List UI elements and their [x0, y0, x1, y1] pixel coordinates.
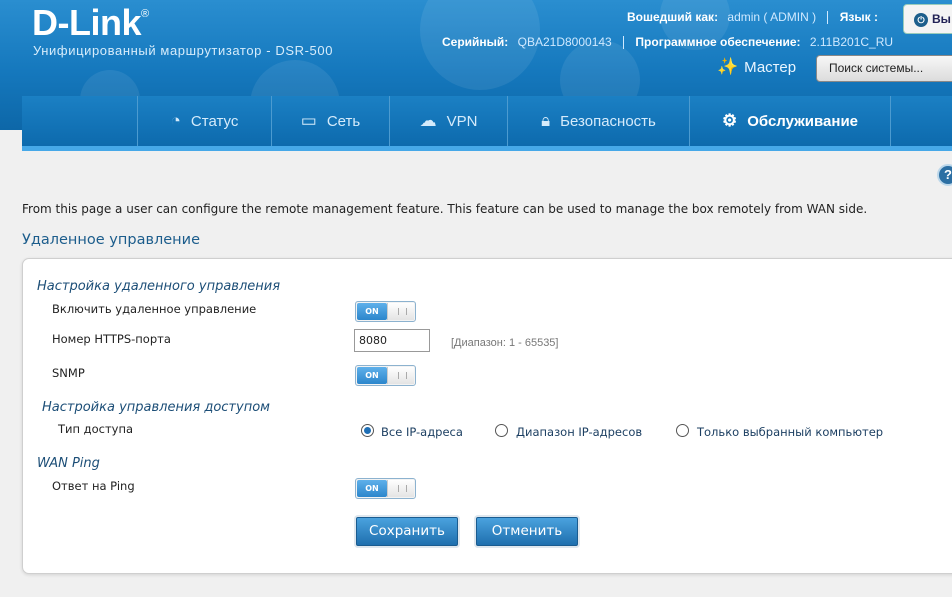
device-subtitle: Унифицированный маршрутизатор - DSR-500 [33, 43, 334, 58]
user-info: Вошедший как: admin ( ADMIN ) Язык : [627, 10, 878, 25]
save-button[interactable]: Сохранить [356, 517, 458, 546]
snmp-toggle[interactable]: ON [355, 365, 416, 386]
computer-icon: ▭ [300, 111, 317, 130]
divider [890, 96, 891, 146]
section-access-title: Настройка управления доступом [42, 400, 270, 415]
ping-toggle[interactable]: ON [355, 478, 416, 499]
cancel-button[interactable]: Отменить [476, 517, 578, 546]
nav-security[interactable]: 🔒︎ Безопасность [507, 96, 689, 146]
port-range-hint: [Диапазон: 1 - 65535] [451, 337, 559, 349]
https-port-input[interactable]: 8080 [354, 329, 430, 352]
access-type-label: Тип доступа [58, 422, 134, 436]
main-nav: ◔ Статус ▭ Сеть ☁ VPN 🔒︎ Безопасность ⚙ Обслу… [22, 96, 952, 151]
help-button[interactable]: ? [937, 164, 952, 186]
section-wan-ping-title: WAN Ping [37, 456, 100, 471]
radio-all-ip-label[interactable]: Все IP-адреса [381, 425, 463, 439]
radio-single-pc-label[interactable]: Только выбранный компьютер [697, 425, 883, 439]
snmp-label: SNMP [52, 366, 85, 380]
logged-in-user: admin ( ADMIN ) [727, 10, 817, 24]
system-search-input[interactable]: Поиск системы... [816, 55, 952, 82]
radio-all-ip[interactable] [361, 424, 374, 437]
toggle-on-label: ON [357, 303, 387, 320]
device-info: Серийный: QBA21D8000143 Программное обес… [442, 35, 894, 50]
cloud-lock-icon: ☁ [419, 111, 437, 130]
firmware-label: Программное обеспечение: [635, 35, 801, 49]
divider [623, 36, 625, 50]
magic-wand-icon: ✨ [717, 57, 739, 76]
gears-icon: ⚙ [721, 111, 738, 130]
toggle-on-label: ON [357, 367, 387, 384]
serial-label: Серийный: [442, 35, 509, 49]
toggle-knob [387, 303, 414, 320]
power-icon: ⏻ [914, 13, 928, 27]
firmware-value: 2.11B201C_RU [809, 35, 894, 49]
enable-remote-toggle[interactable]: ON [355, 301, 416, 322]
language-label[interactable]: Язык : [840, 10, 878, 24]
nav-status[interactable]: ◔ Статус [137, 96, 271, 146]
enable-remote-label: Включить удаленное управление [52, 302, 257, 316]
page-title: Удаленное управление [22, 232, 201, 248]
logged-in-label: Вошедший как: [627, 10, 719, 24]
toggle-knob [387, 480, 414, 497]
toggle-on-label: ON [357, 480, 387, 497]
gauge-icon: ◔ [170, 111, 181, 130]
nav-vpn[interactable]: ☁ VPN [389, 96, 507, 146]
toggle-knob [387, 367, 414, 384]
nav-maintenance[interactable]: ⚙ Обслуживание [689, 96, 890, 146]
ping-label: Ответ на Ping [52, 479, 135, 493]
radio-ip-range-label[interactable]: Диапазон IP-адресов [516, 425, 642, 439]
logout-button[interactable]: ⏻ Вы [903, 4, 952, 34]
divider [827, 11, 829, 25]
lock-icon: 🔒︎ [541, 111, 551, 130]
radio-ip-range[interactable] [495, 424, 508, 437]
radio-single-pc[interactable] [676, 424, 689, 437]
dlink-logo: D-Link® [32, 2, 149, 43]
serial-value: QBA21D8000143 [517, 35, 612, 49]
section-remote-title: Настройка удаленного управления [37, 279, 281, 294]
https-port-label: Номер HTTPS-порта [52, 332, 171, 346]
wizard-link[interactable]: ✨ Мастер [717, 57, 796, 77]
page-description: From this page a user can configure the … [22, 202, 868, 216]
nav-network[interactable]: ▭ Сеть [271, 96, 389, 146]
